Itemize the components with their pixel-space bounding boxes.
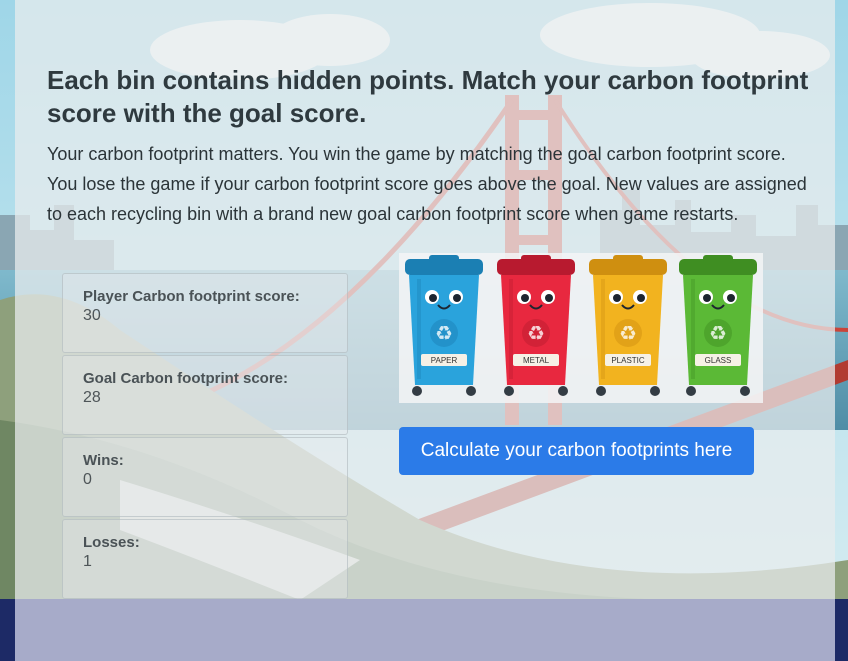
bin-label: PAPER (431, 356, 458, 365)
recycle-icon: ♻ (435, 323, 453, 345)
recycling-bins: ♻ PAPER ♻ METAL ♻ PLASTIC ♻ GLASS (399, 253, 763, 403)
game-heading: Each bin contains hidden points. Match y… (47, 65, 809, 128)
player-score-card: Player Carbon footprint score: 30 (62, 273, 348, 353)
plastic-bin-graphic: ♻ PLASTIC (589, 255, 667, 396)
recycle-icon: ♻ (709, 323, 727, 345)
player-score-label: Player Carbon footprint score: (83, 288, 300, 305)
recycle-icon: ♻ (527, 323, 545, 345)
losses-value: 1 (83, 553, 92, 570)
losses-label: Losses: (83, 534, 140, 551)
metal-bin-graphic: ♻ METAL (497, 255, 575, 396)
paper-bin-graphic: ♻ PAPER (405, 255, 483, 396)
goal-score-label: Goal Carbon footprint score: (83, 370, 289, 387)
wins-label: Wins: (83, 452, 124, 469)
bin-label: PLASTIC (611, 356, 645, 365)
player-score-value: 30 (83, 307, 101, 324)
metal-bin[interactable]: ♻ METAL (491, 253, 581, 403)
footer-panel (15, 599, 835, 661)
wins-value: 0 (83, 471, 92, 488)
paper-bin[interactable]: ♻ PAPER (399, 253, 489, 403)
glass-bin-graphic: ♻ GLASS (679, 255, 757, 396)
losses-card: Losses: 1 (62, 519, 348, 599)
wins-card: Wins: 0 (62, 437, 348, 517)
bin-label: METAL (523, 356, 550, 365)
goal-score-value: 28 (83, 389, 101, 406)
plastic-bin[interactable]: ♻ PLASTIC (583, 253, 673, 403)
goal-score-card: Goal Carbon footprint score: 28 (62, 355, 348, 435)
game-instructions: Your carbon footprint matters. You win t… (47, 144, 807, 224)
glass-bin[interactable]: ♻ GLASS (673, 253, 763, 403)
bin-label: GLASS (705, 356, 732, 365)
calculate-footprints-button[interactable]: Calculate your carbon footprints here (399, 427, 754, 475)
recycle-icon: ♻ (619, 323, 637, 345)
